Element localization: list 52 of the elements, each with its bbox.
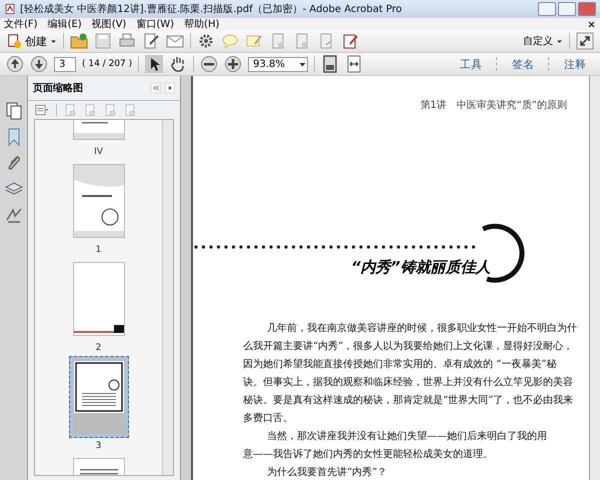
save-icon[interactable]: [94, 32, 112, 50]
thumbnail-options-icon[interactable]: [34, 103, 50, 117]
panel-title: 页面缩略图: [33, 82, 84, 95]
page-number-label: 2: [96, 343, 102, 353]
fit-width-icon[interactable]: [345, 55, 364, 73]
maximize-button[interactable]: [558, 2, 576, 16]
page-number-label: 1: [96, 245, 102, 255]
close-icon[interactable]: [587, 20, 596, 28]
body-paragraph: 几年前，我在南京做美容讲座的时候，很多职业女性一开始不明白为什 么我开篇主要讲“内秀”，很多人以为我要给她们上文化课，显得好没耐心， 因为她们希望我能直接传授她们非常实用的、卓有成效的 “一夜暴美”秘 诀。但事实上，据我的观察和临床经验，世界上并没有什么立竿见影的美容 秘诀。要是真有这样速成的秘诀，那肯定就是“世界大同”了，也不必由我来 多费口舌。: [243, 322, 578, 426]
zoom-in-icon[interactable]: [224, 55, 242, 73]
next-page-icon[interactable]: [30, 55, 48, 73]
pages-icon[interactable]: [4, 102, 22, 120]
expand-icon[interactable]: [576, 32, 594, 50]
window-title: [轻松成美女 中医养颜12讲].曹雁征.陈栗.扫描版.pdf（已加密）- Adobe Acrobat Pro: [20, 2, 402, 16]
fit-page-icon[interactable]: [321, 55, 340, 73]
running-head: 第1讲 中医审美讲究“质”的原则: [420, 98, 567, 112]
task-tab[interactable]: 注释: [556, 56, 594, 72]
page-thumbnail[interactable]: [68, 356, 128, 438]
collapse-icon[interactable]: [151, 83, 161, 93]
form-icon[interactable]: [341, 32, 359, 50]
page-count: ( 14 / 207 ): [82, 59, 132, 69]
caret-icon: [556, 38, 563, 44]
menu-item[interactable]: 帮助(H): [184, 17, 220, 31]
minimize-button[interactable]: [538, 2, 556, 16]
create-button[interactable]: 创建: [6, 33, 57, 49]
menu-item[interactable]: 编辑(E): [48, 17, 82, 31]
page-number-label: IV: [94, 147, 103, 157]
customize-dropdown[interactable]: 自定义: [523, 34, 563, 48]
body-paragraph: 当然，那次讲座我并没有让她们失望——她们后来明白了我的用 意——我告诉了她们内秀的女性更能轻松成美女的道理。: [243, 430, 548, 462]
page-number-field[interactable]: 3: [54, 56, 76, 72]
settings-icon[interactable]: [197, 32, 215, 50]
task-tab[interactable]: 工具: [452, 56, 490, 72]
zoom-out-icon[interactable]: [200, 55, 218, 73]
edit-document-icon[interactable]: [142, 32, 160, 50]
pdf-icon: [4, 3, 16, 15]
document-plus-icon: [6, 33, 22, 49]
previous-page-icon[interactable]: [6, 55, 24, 73]
menu-item[interactable]: 文件(F): [4, 17, 38, 31]
menu-item[interactable]: 视图(V): [92, 17, 126, 31]
options-icon[interactable]: [165, 83, 175, 93]
scrollbar[interactable]: [162, 120, 173, 475]
menu-item[interactable]: 窗口(W): [136, 17, 174, 31]
body-paragraph: 为什么我要首先讲“内秀”？: [266, 466, 388, 480]
caret-icon: [50, 38, 57, 44]
signature-icon[interactable]: [4, 206, 22, 224]
page-number-label: 3: [96, 441, 102, 451]
folder-icon[interactable]: [70, 32, 88, 50]
panel-splitter[interactable]: [181, 76, 193, 480]
zoom-field[interactable]: 93.8%: [248, 56, 308, 72]
scrollbar[interactable]: [589, 76, 600, 480]
chapter-heading: “内秀”铸就丽质佳人: [351, 258, 490, 276]
task-tab[interactable]: 签名: [504, 56, 542, 72]
